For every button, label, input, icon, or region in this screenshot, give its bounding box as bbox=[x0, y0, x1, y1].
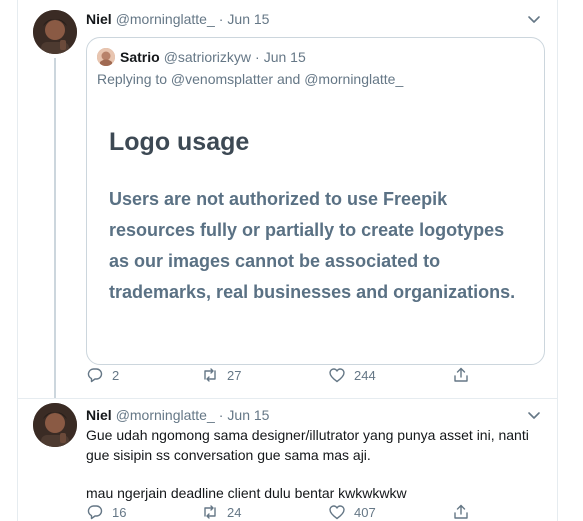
retweet-button[interactable]: 27 bbox=[201, 366, 241, 384]
retweet-count: 27 bbox=[227, 367, 242, 383]
retweet-button[interactable]: 24 bbox=[201, 503, 241, 521]
like-button[interactable]: 407 bbox=[328, 503, 376, 521]
timestamp[interactable]: Jun 15 bbox=[227, 11, 269, 27]
reply-button[interactable]: 16 bbox=[86, 503, 126, 521]
heart-icon bbox=[329, 505, 345, 520]
share-icon bbox=[454, 367, 468, 382]
tweet-text-line: Gue udah ngomong sama designer/illutrato… bbox=[86, 427, 529, 463]
separator: · bbox=[218, 11, 224, 27]
chevron-down-icon[interactable] bbox=[527, 408, 541, 422]
reply-button[interactable]: 2 bbox=[86, 366, 119, 384]
replying-to: Replying to @venomsplatter and @morningl… bbox=[97, 71, 404, 87]
quoted-timestamp: Jun 15 bbox=[263, 49, 306, 65]
reply-count: 2 bbox=[112, 367, 120, 383]
tweet[interactable]: Niel @morninglatte_ · Jun 15 Satrio @sat… bbox=[18, 0, 557, 398]
quoted-image-title: Logo usage bbox=[109, 128, 250, 156]
heart-icon bbox=[329, 368, 345, 383]
tweet-header: Niel @morninglatte_ · Jun 15 bbox=[86, 405, 545, 425]
quoted-author-name: Satrio bbox=[120, 49, 160, 65]
tweet[interactable]: Niel @morninglatte_ · Jun 15 Gue udah ng… bbox=[18, 398, 557, 521]
quoted-tweet[interactable]: Satrio @satriorizkyw · Jun 15 Replying t… bbox=[86, 37, 545, 365]
quoted-image-text: Users are not authorized to use Freepik … bbox=[109, 189, 516, 302]
reply-icon bbox=[87, 505, 103, 520]
author-name[interactable]: Niel bbox=[86, 407, 112, 423]
author-name[interactable]: Niel bbox=[86, 11, 112, 27]
tweet-body: Niel @morninglatte_ · Jun 15 Satrio @sat… bbox=[86, 9, 545, 383]
author-handle[interactable]: @morninglatte_ bbox=[116, 407, 215, 423]
reply-count: 16 bbox=[112, 504, 127, 520]
share-button[interactable] bbox=[452, 503, 478, 521]
reply-icon bbox=[87, 368, 103, 383]
retweet-icon bbox=[204, 368, 216, 382]
like-count: 407 bbox=[354, 504, 376, 520]
avatar[interactable] bbox=[33, 10, 77, 54]
separator: · bbox=[255, 49, 260, 65]
retweet-count: 24 bbox=[227, 504, 242, 520]
tweet-text: Gue udah ngomong sama designer/illutrato… bbox=[86, 425, 545, 503]
quoted-author-handle: @satriorizkyw bbox=[163, 49, 252, 65]
share-icon bbox=[454, 504, 468, 519]
like-count: 244 bbox=[354, 367, 376, 383]
timeline-right-border bbox=[557, 0, 558, 521]
timestamp[interactable]: Jun 15 bbox=[227, 407, 269, 423]
like-button[interactable]: 244 bbox=[328, 366, 376, 384]
tweet-body: Niel @morninglatte_ · Jun 15 Gue udah ng… bbox=[86, 405, 545, 520]
quoted-avatar bbox=[97, 48, 115, 66]
thread-connector-line bbox=[54, 58, 56, 398]
tweet-header: Niel @morninglatte_ · Jun 15 bbox=[86, 9, 545, 29]
author-handle[interactable]: @morninglatte_ bbox=[116, 11, 215, 27]
separator: · bbox=[218, 407, 224, 423]
retweet-icon bbox=[204, 505, 216, 519]
avatar[interactable] bbox=[33, 403, 77, 447]
share-button[interactable] bbox=[452, 366, 478, 384]
chevron-down-icon[interactable] bbox=[527, 12, 541, 26]
tweet-text-line: mau ngerjain deadline client dulu bentar… bbox=[86, 485, 407, 501]
quoted-header: Satrio @satriorizkyw · Jun 15 bbox=[97, 48, 306, 66]
